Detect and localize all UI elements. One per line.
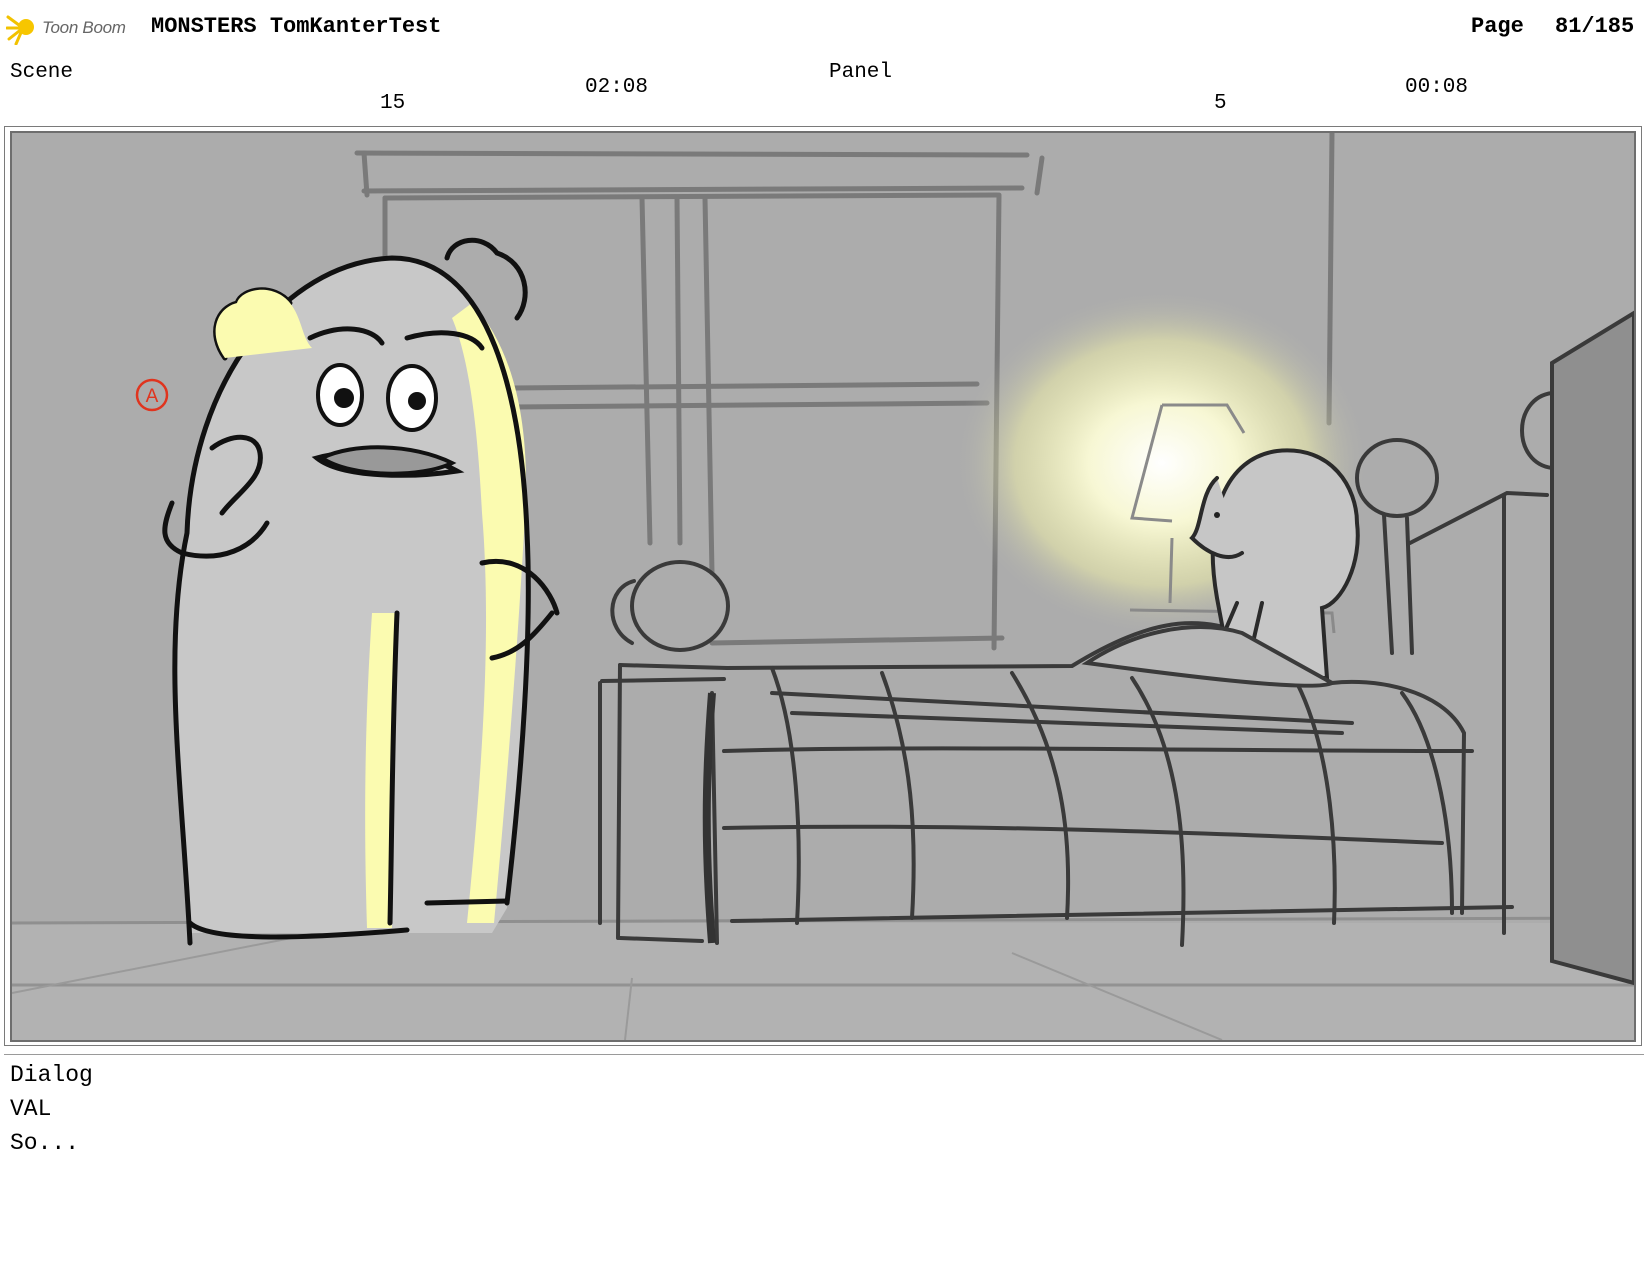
toon-boom-logo: Toon Boom (6, 10, 136, 46)
panel-number: 5 (1214, 92, 1227, 115)
scene-label: Scene (10, 61, 74, 84)
starburst-icon (6, 15, 34, 45)
annotation-mark: A (146, 386, 159, 407)
page-label: Page (1471, 14, 1524, 39)
project-title: MONSTERS TomKanterTest (151, 14, 442, 39)
dialog-line: So... (10, 1130, 80, 1156)
scene-duration: 02:08 (585, 76, 649, 99)
dialog-character: VAL (10, 1096, 52, 1122)
logo-text: Toon Boom (42, 18, 126, 37)
storyboard-drawing: A (12, 133, 1634, 1040)
panel-label: Panel (829, 61, 893, 84)
panel-duration: 00:08 (1405, 76, 1469, 99)
scene-number: 15 (380, 92, 406, 115)
page-number: 81/185 (1555, 14, 1635, 39)
storyboard-panel-image: A (10, 131, 1636, 1042)
dialog-divider (4, 1054, 1644, 1055)
dialog-label: Dialog (10, 1062, 93, 1088)
